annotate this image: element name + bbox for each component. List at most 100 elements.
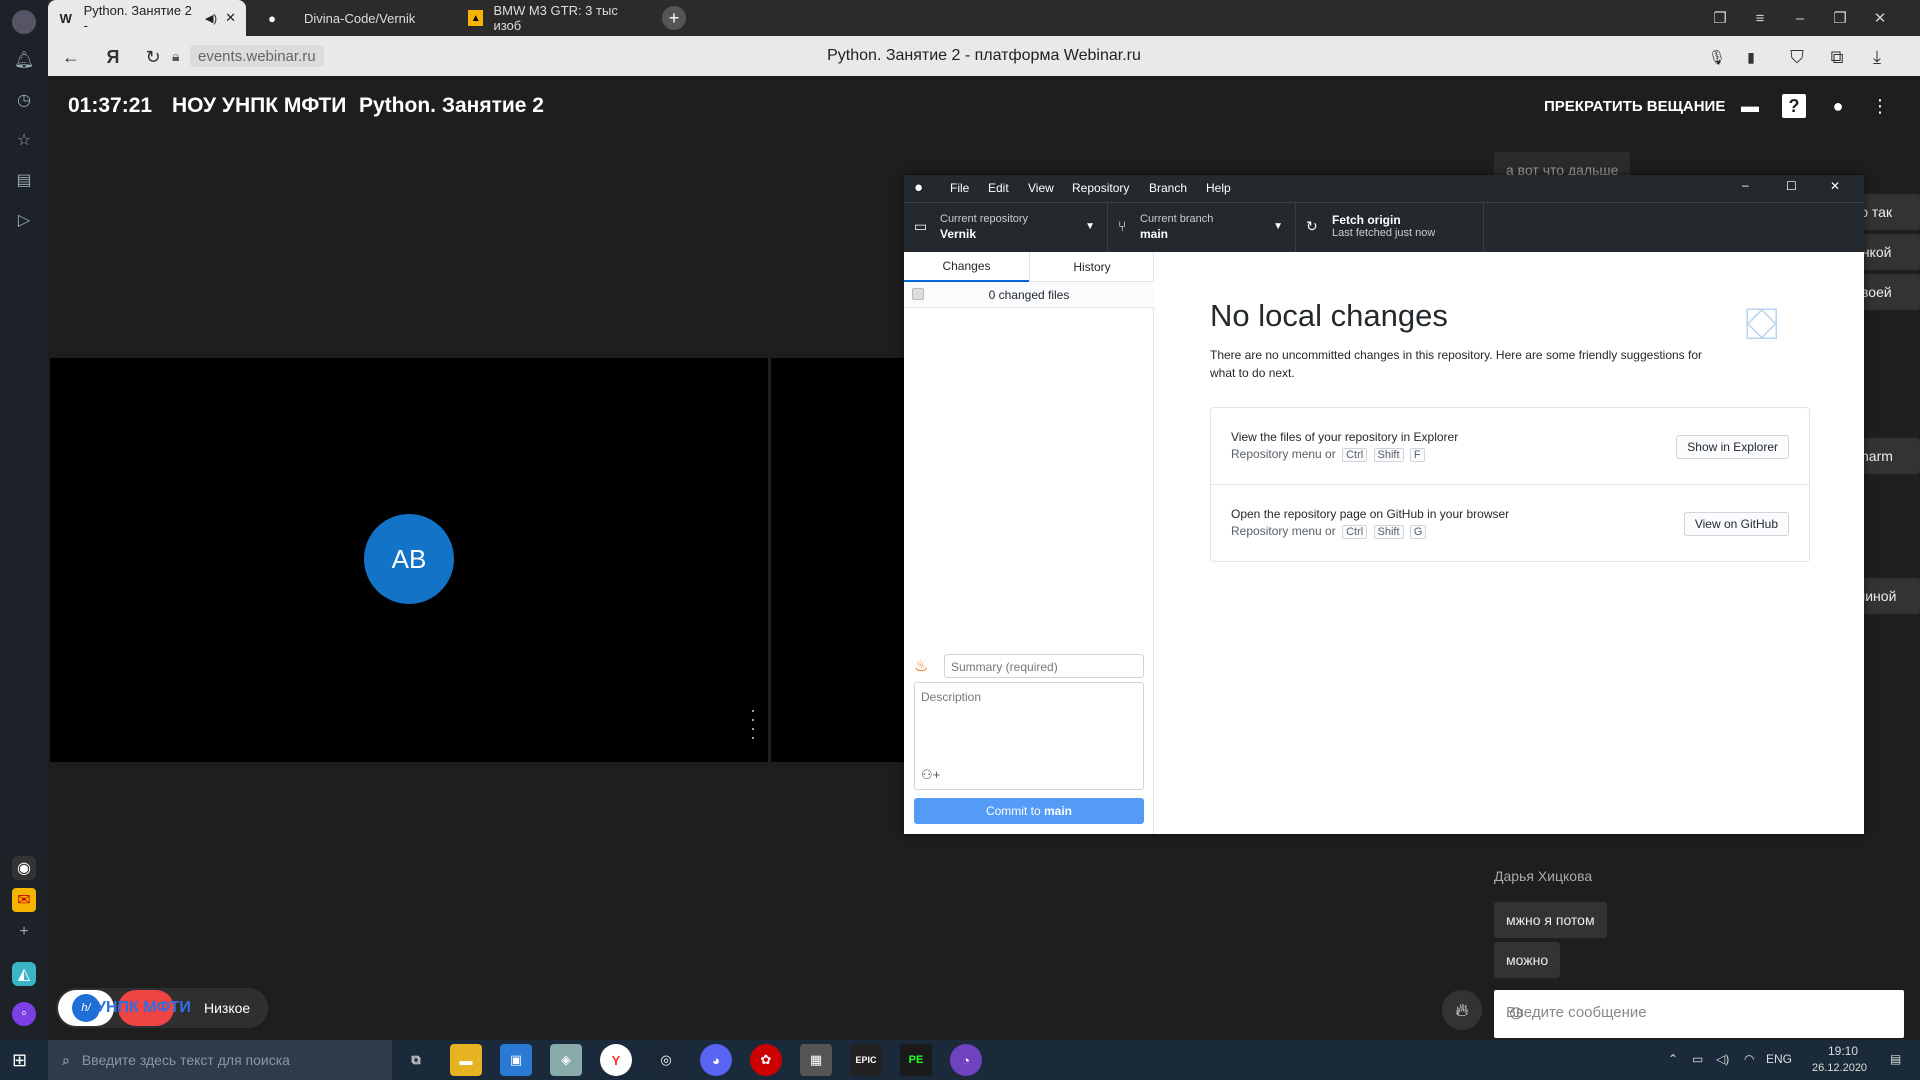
maximize-icon[interactable]: ☐ — [1786, 179, 1797, 193]
app-widget-icon[interactable]: ◉ — [12, 856, 36, 880]
avatar-icon: ♨ — [914, 658, 929, 675]
volume-icon[interactable]: ◁) — [1716, 1052, 1729, 1066]
menu-file[interactable]: File — [950, 181, 969, 195]
messenger-icon[interactable]: ◭ — [12, 962, 36, 986]
app-red-icon[interactable]: ✿ — [750, 1044, 782, 1076]
maximize-icon[interactable]: ❐ — [1820, 0, 1860, 36]
microphone-icon[interactable]: 🎙︎ — [1704, 44, 1730, 70]
current-branch-dropdown[interactable]: ⑂ Current branch main ▼ — [1108, 203, 1296, 253]
commit-button[interactable]: Commit to main — [914, 798, 1144, 824]
menu-view[interactable]: View — [1028, 181, 1054, 195]
show-in-explorer-button[interactable]: Show in Explorer — [1676, 435, 1789, 459]
menu-edit[interactable]: Edit — [988, 181, 1009, 195]
file-explorer-icon[interactable]: ▬ — [450, 1044, 482, 1076]
stop-broadcast-button[interactable]: ПРЕКРАТИТЬ ВЕЩАНИЕ — [1544, 98, 1725, 115]
task-view-icon[interactable]: ⧉ — [400, 1044, 432, 1076]
download-icon[interactable]: ⤓ — [1864, 44, 1890, 70]
changes-sidebar: Changes History 0 changed files ♨ Summar… — [904, 252, 1154, 834]
steam-icon[interactable]: ◎ — [650, 1044, 682, 1076]
commit-branch: main — [1044, 804, 1073, 818]
play-icon[interactable]: ▷ — [12, 208, 36, 232]
history-icon[interactable]: ◷ — [12, 88, 36, 112]
tab-changes[interactable]: Changes — [904, 252, 1029, 282]
control-panel-icon[interactable]: ▣ — [500, 1044, 532, 1076]
add-icon[interactable]: + — [12, 920, 36, 944]
participants-icon[interactable]: ● — [1826, 94, 1850, 118]
chevron-up-icon[interactable]: ⌃ — [1668, 1052, 1678, 1066]
pycharm-icon[interactable]: PE — [900, 1044, 932, 1076]
flame-icon[interactable]: 🔥︎ — [1442, 990, 1482, 1030]
tab-github[interactable]: ● Divina-Code/Vernik — [254, 0, 454, 36]
chevron-down-icon: ▼ — [1085, 221, 1095, 232]
extensions-icon[interactable]: ⧉ — [1824, 44, 1850, 70]
epic-games-icon[interactable]: EPIC — [850, 1044, 882, 1076]
search-placeholder: Введите здесь текст для поиска — [81, 1052, 290, 1068]
close-tab-icon[interactable]: ✕ — [225, 10, 236, 26]
bookmark-icon[interactable]: ▮ — [1738, 44, 1764, 70]
page-title: Python. Занятие 2 - платформа Webinar.ru — [827, 47, 1141, 64]
battery-icon[interactable]: ▭ — [1692, 1052, 1703, 1066]
empty-state-illustration-icon: ⛋ — [1745, 300, 1779, 349]
video-tile[interactable] — [771, 358, 911, 762]
titlebar: ● File Edit View Repository Branch Help … — [904, 175, 1864, 202]
close-icon[interactable]: ✕ — [1830, 179, 1840, 193]
description-input[interactable]: Description ⚇+ — [914, 682, 1144, 790]
key: Ctrl — [1342, 525, 1368, 539]
more-vertical-icon[interactable]: · · · · — [750, 701, 756, 746]
more-vertical-icon[interactable]: ⋮ — [1868, 94, 1892, 118]
github-desktop-icon[interactable]: ◔ — [950, 1044, 982, 1076]
shield-icon[interactable]: ⛉ — [1784, 44, 1810, 70]
webinar-title: Python. Занятие 2 — [359, 94, 544, 117]
minimize-icon[interactable]: – — [1742, 178, 1749, 192]
menu-help[interactable]: Help — [1206, 181, 1231, 195]
video-tile[interactable]: AB · · · · — [50, 358, 768, 762]
tab-webinar[interactable]: W Python. Занятие 2 - ◀︎) ✕ — [48, 0, 246, 36]
tab-bmw[interactable]: ▲ BMW M3 GTR: 3 тыс изоб — [458, 0, 654, 36]
tab-label: BMW M3 GTR: 3 тыс изоб — [493, 3, 618, 33]
chat-icon[interactable]: ▬ — [1738, 94, 1762, 118]
add-coauthor-icon[interactable]: ⚇+ — [921, 767, 940, 783]
close-window-icon[interactable]: ✕ — [1860, 0, 1900, 36]
network-icon[interactable]: ◠ — [1744, 1052, 1754, 1066]
fetch-label: Fetch origin — [1332, 213, 1401, 227]
fetch-sub: Last fetched just now — [1332, 227, 1436, 239]
profile-avatar[interactable] — [12, 10, 36, 34]
new-tab-button[interactable]: + — [662, 6, 686, 30]
github-icon: ● — [268, 10, 276, 26]
collections-icon[interactable]: ▤ — [12, 168, 36, 192]
notifications-icon[interactable]: ▤ — [1890, 1052, 1901, 1066]
mail-icon[interactable]: ✉ — [12, 888, 36, 912]
commit-prefix: Commit to — [985, 804, 1041, 818]
minimize-icon[interactable]: – — [1780, 0, 1820, 36]
quality-control[interactable]: h/ УНПК МФТИ Низкое — [56, 988, 268, 1028]
view-on-github-button[interactable]: View on GitHub — [1683, 512, 1789, 536]
calculator-icon[interactable]: ▦ — [800, 1044, 832, 1076]
message-input[interactable]: Введите сообщение ☺ — [1494, 990, 1904, 1038]
discord-icon[interactable]: ◕ — [700, 1044, 732, 1076]
menu-branch[interactable]: Branch — [1149, 181, 1187, 195]
tools-icon[interactable]: ◈ — [550, 1044, 582, 1076]
fetch-origin-button[interactable]: ↻ Fetch origin Last fetched just now — [1296, 203, 1484, 253]
windows-start-icon[interactable]: ⊞ — [12, 1050, 27, 1071]
menu-icon[interactable]: ≡ — [1740, 0, 1780, 36]
summary-input[interactable]: Summary (required) — [944, 654, 1144, 678]
yandex-browser-icon[interactable]: Y — [600, 1044, 632, 1076]
current-repository-dropdown[interactable]: ▭ Current repository Vernik ▼ — [904, 203, 1108, 253]
tab-bar: W Python. Занятие 2 - ◀︎) ✕ ● Divina-Cod… — [48, 0, 1920, 36]
tab-history[interactable]: History — [1029, 252, 1154, 282]
bookmarks-panel-icon[interactable]: ❐ — [1700, 0, 1740, 36]
taskbar-search[interactable]: ⌕ Введите здесь текст для поиска — [48, 1040, 392, 1080]
bell-icon[interactable]: 🔔︎ — [12, 48, 36, 72]
chevron-down-icon: ▼ — [1273, 221, 1283, 232]
alice-icon[interactable]: ◦ — [12, 1002, 36, 1026]
language-indicator[interactable]: ENG — [1766, 1052, 1792, 1066]
suggestion-title: View the files of your repository in Exp… — [1231, 430, 1459, 444]
clock-time[interactable]: 19:10 — [1818, 1044, 1868, 1058]
audio-icon[interactable]: ◀︎) — [205, 12, 217, 25]
emoji-icon[interactable]: ☺ — [1506, 1002, 1894, 1025]
menu-repository[interactable]: Repository — [1072, 181, 1129, 195]
help-icon[interactable]: ? — [1782, 94, 1806, 118]
current-branch-value: main — [1140, 227, 1169, 241]
clock-date[interactable]: 26.12.2020 — [1812, 1062, 1867, 1074]
bookmarks-star-icon[interactable]: ☆ — [12, 128, 36, 152]
